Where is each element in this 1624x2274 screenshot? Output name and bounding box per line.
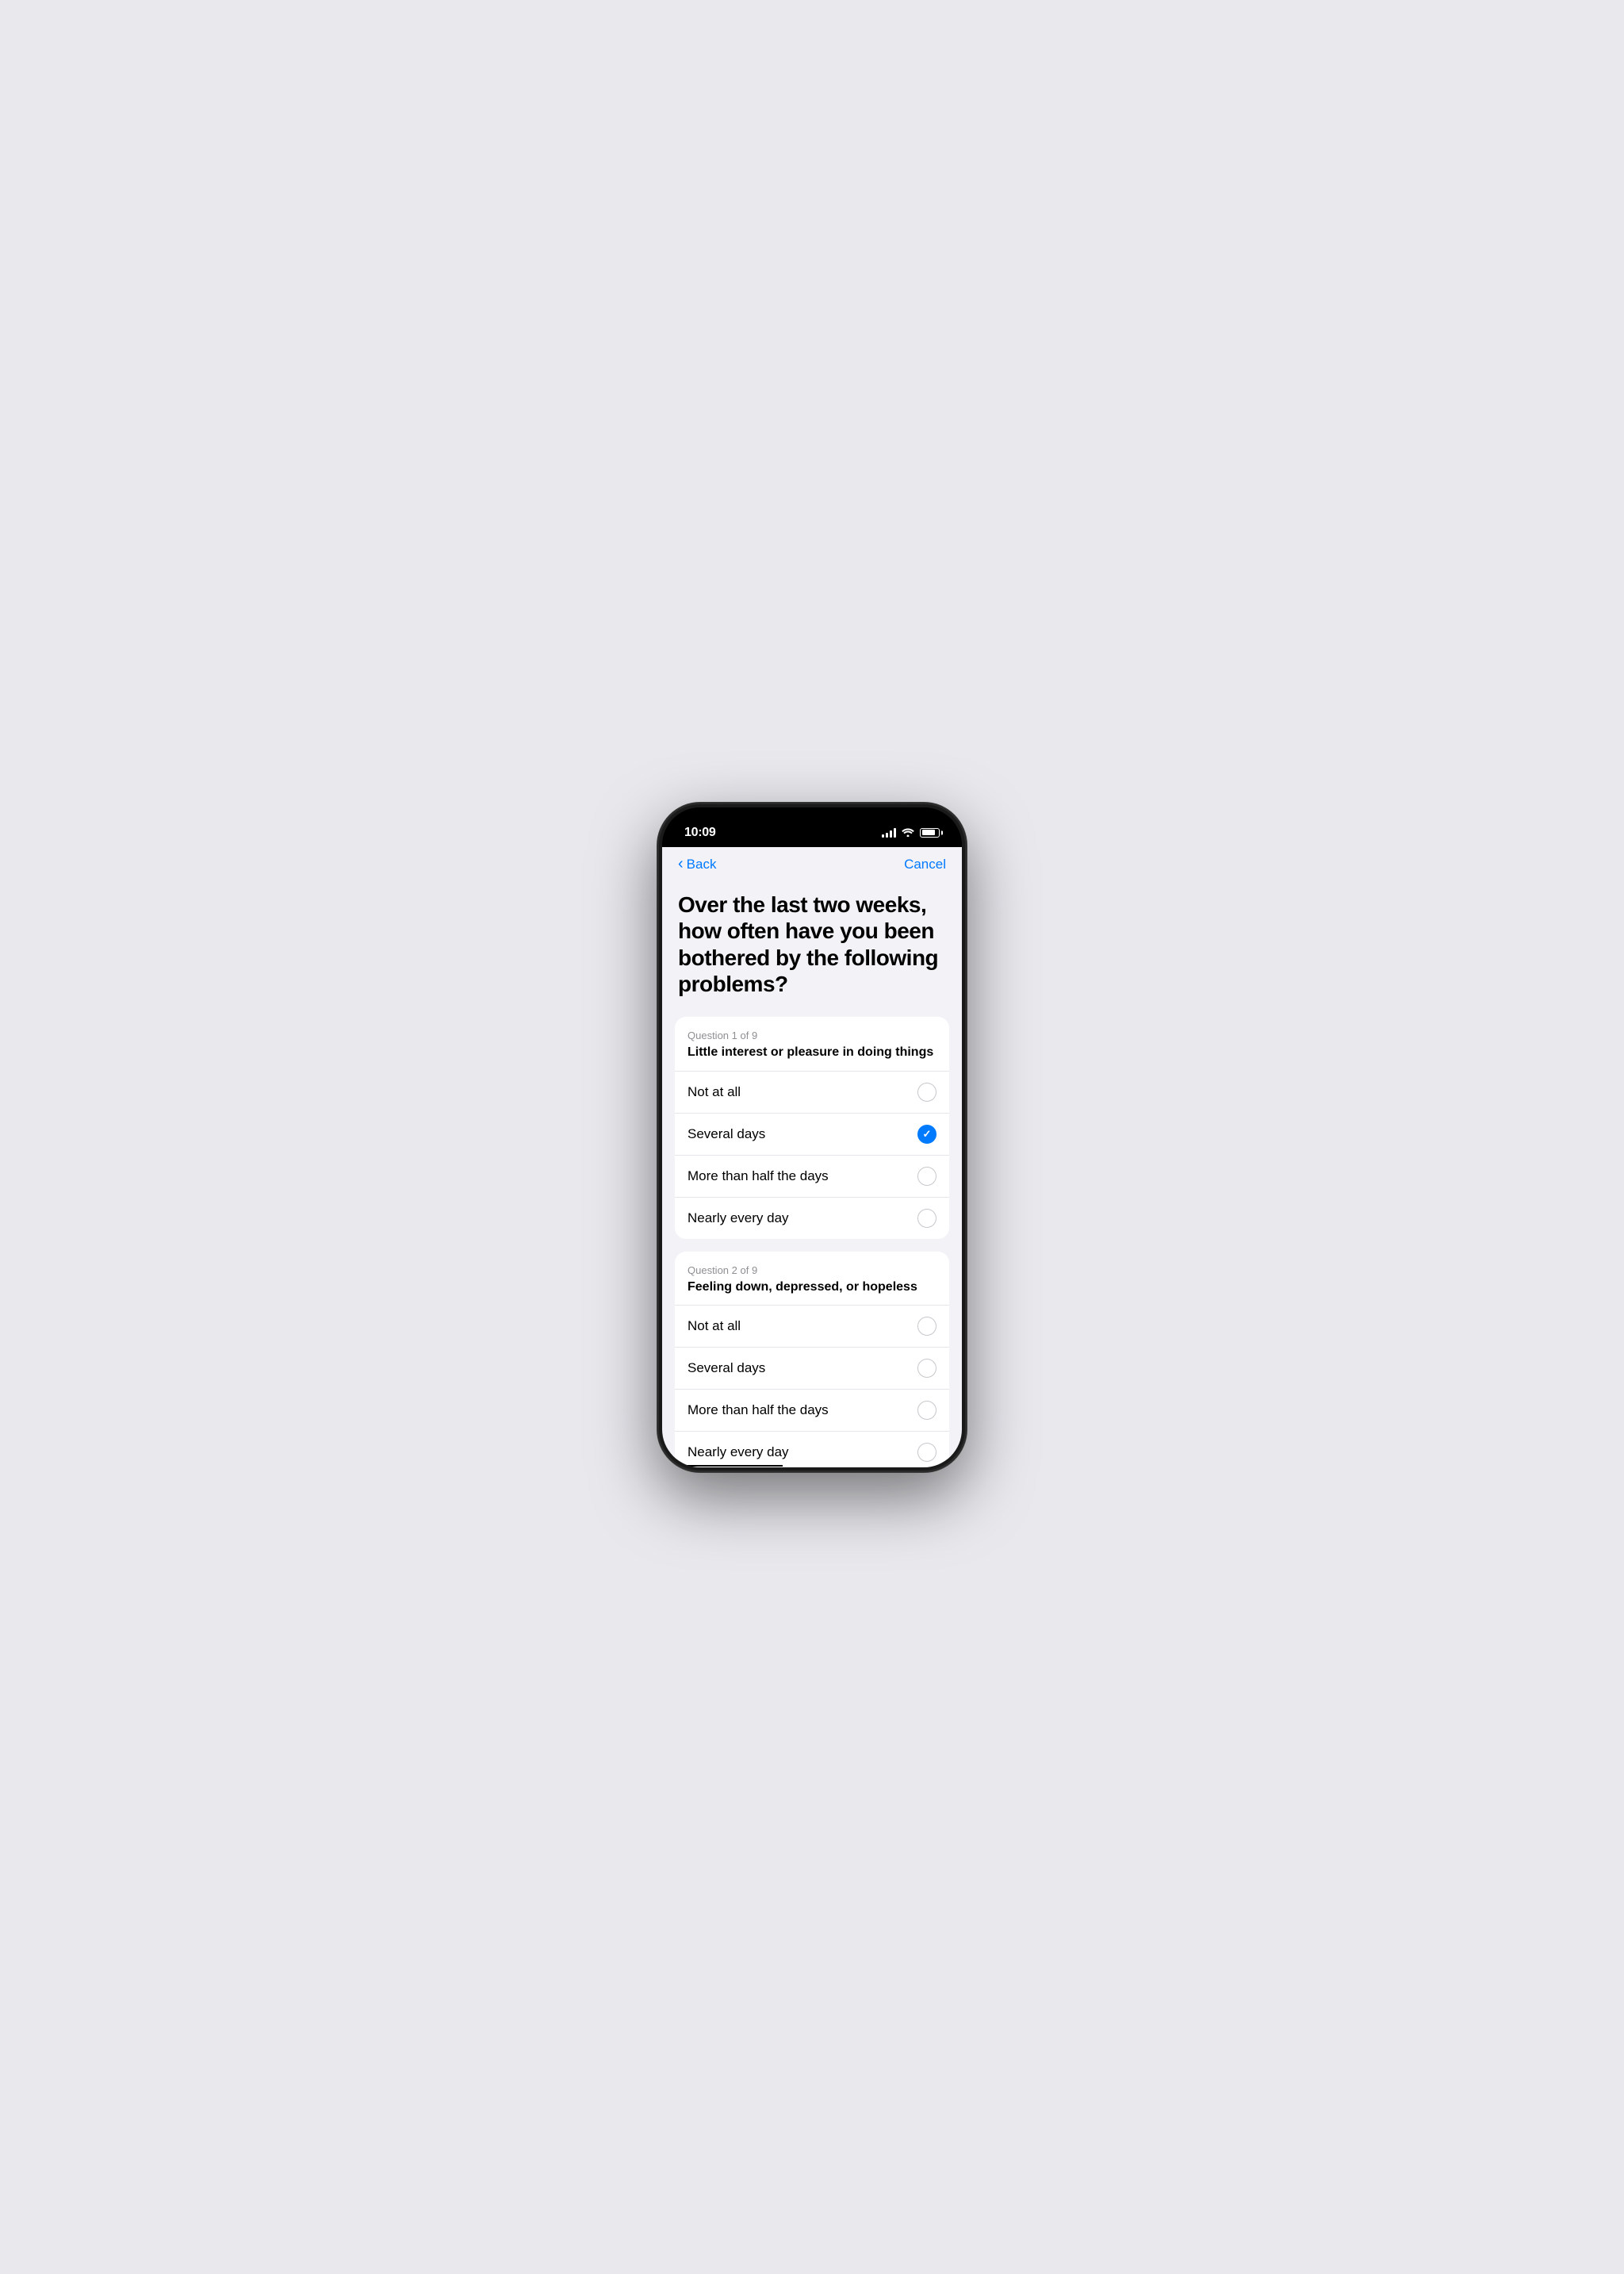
phone-screen: 10:09: [662, 807, 962, 1467]
question-card-1: Question 1 of 9 Little interest or pleas…: [675, 1017, 949, 1239]
question-header-1: Question 1 of 9 Little interest or pleas…: [675, 1017, 949, 1072]
signal-icon: [882, 828, 896, 838]
radio-circle[interactable]: [917, 1317, 936, 1336]
radio-circle[interactable]: [917, 1359, 936, 1378]
battery-icon: [920, 828, 940, 838]
answer-q1-option-4[interactable]: Nearly every day: [675, 1198, 949, 1239]
radio-circle[interactable]: [917, 1443, 936, 1462]
answer-q2-option-3[interactable]: More than half the days: [675, 1390, 949, 1432]
answer-q1-option-2[interactable]: Several days: [675, 1114, 949, 1156]
answer-q1-option-1[interactable]: Not at all: [675, 1072, 949, 1114]
answer-label: Nearly every day: [688, 1210, 789, 1226]
answer-q2-option-4[interactable]: Nearly every day: [675, 1432, 949, 1467]
question-number-2: Question 2 of 9: [688, 1264, 936, 1276]
phone-device: 10:09: [657, 803, 967, 1472]
page-title: Over the last two weeks, how often have …: [678, 892, 946, 998]
question-text-2: Feeling down, depressed, or hopeless: [688, 1279, 936, 1296]
question-number-1: Question 1 of 9: [688, 1030, 936, 1041]
answer-q1-option-3[interactable]: More than half the days: [675, 1156, 949, 1198]
answer-label: More than half the days: [688, 1402, 829, 1418]
app-content[interactable]: ‹ Back Cancel Over the last two weeks, h…: [662, 847, 962, 1467]
answer-q2-option-2[interactable]: Several days: [675, 1348, 949, 1390]
answer-label: Not at all: [688, 1084, 741, 1100]
chevron-left-icon: ‹: [678, 856, 684, 872]
radio-circle[interactable]: [917, 1083, 936, 1102]
radio-circle-selected[interactable]: [917, 1125, 936, 1144]
question-header-2: Question 2 of 9 Feeling down, depressed,…: [675, 1252, 949, 1306]
dynamic-island: [764, 817, 860, 844]
status-icons: [882, 826, 940, 839]
answer-label: Several days: [688, 1360, 765, 1376]
answer-q2-option-1[interactable]: Not at all: [675, 1306, 949, 1348]
status-bar: 10:09: [662, 807, 962, 847]
cancel-button[interactable]: Cancel: [904, 857, 946, 872]
radio-circle[interactable]: [917, 1401, 936, 1420]
answer-label: More than half the days: [688, 1168, 829, 1184]
answer-label: Not at all: [688, 1318, 741, 1334]
nav-bar: ‹ Back Cancel: [662, 847, 962, 879]
radio-circle[interactable]: [917, 1167, 936, 1186]
question-text-1: Little interest or pleasure in doing thi…: [688, 1045, 936, 1061]
back-button[interactable]: ‹ Back: [678, 857, 716, 872]
radio-circle[interactable]: [917, 1209, 936, 1228]
back-label: Back: [687, 857, 717, 872]
answer-label: Nearly every day: [688, 1444, 789, 1460]
question-card-2: Question 2 of 9 Feeling down, depressed,…: [675, 1252, 949, 1467]
page-title-section: Over the last two weeks, how often have …: [662, 879, 962, 1017]
status-time: 10:09: [684, 826, 715, 840]
wifi-icon: [902, 826, 914, 839]
answer-label: Several days: [688, 1126, 765, 1142]
